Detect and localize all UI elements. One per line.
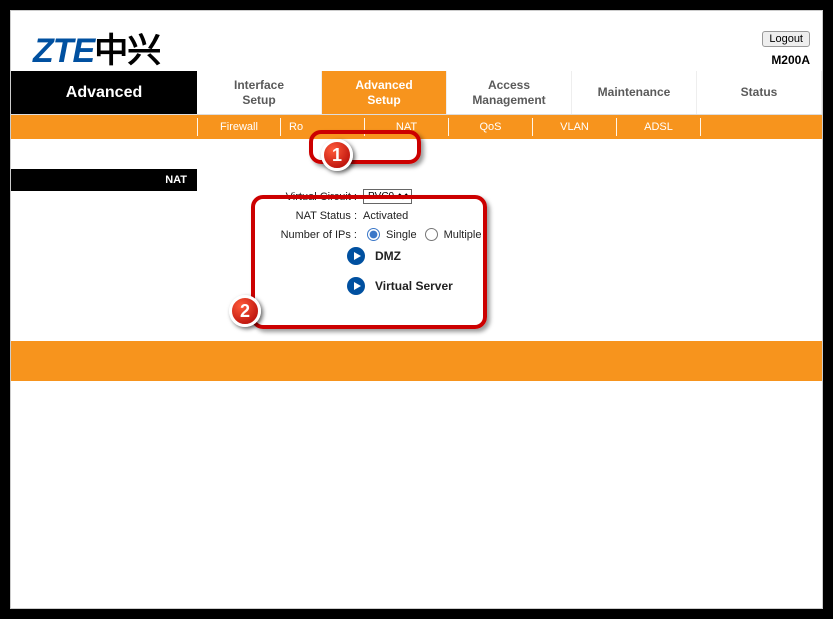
row-num-ips: Number of IPs : Single Multiple (197, 228, 822, 241)
orange-band (11, 341, 822, 381)
tab-access-management[interactable]: Access Management (447, 71, 572, 114)
subnav-firewall[interactable]: Firewall (197, 118, 281, 136)
numips-value: Single Multiple (363, 228, 481, 241)
tab-interface-setup[interactable]: Interface Setup (197, 71, 322, 114)
orange-band-wrapper (11, 341, 822, 381)
header: ZTE中兴 Logout M200A (11, 11, 822, 71)
top-nav: Advanced Interface Setup Advanced Setup … (11, 71, 822, 115)
radio-multiple[interactable] (425, 228, 438, 241)
link-virtual-server[interactable]: Virtual Server (197, 277, 822, 295)
sub-nav: Firewall RoutingRo NAT QoS VLAN ADSL (11, 115, 822, 139)
logo-text-en: ZTE (33, 32, 94, 70)
subnav-qos[interactable]: QoS (449, 118, 533, 136)
radio-single[interactable] (367, 228, 380, 241)
vc-value: PVC0 (363, 189, 412, 204)
row-virtual-circuit: Virtual Circuit : PVC0 (197, 189, 822, 204)
subnav-routing-visible: Ro (289, 121, 303, 133)
section-label: NAT (11, 169, 197, 191)
router-admin-window: ZTE中兴 Logout M200A Advanced Interface Se… (10, 10, 823, 609)
row-nat-status: NAT Status : Activated (197, 210, 822, 222)
play-icon (347, 277, 365, 295)
left-fill (11, 191, 197, 321)
model-label: M200A (771, 53, 810, 67)
logo: ZTE中兴 (33, 23, 160, 72)
subnav-routing[interactable]: RoutingRo (281, 118, 365, 136)
virtual-circuit-select[interactable]: PVC0 (363, 189, 412, 204)
left-column: NAT (11, 139, 197, 321)
radio-single-label: Single (386, 229, 417, 241)
vserver-label: Virtual Server (375, 279, 453, 293)
link-dmz[interactable]: DMZ (197, 247, 822, 265)
tab-maintenance[interactable]: Maintenance (572, 71, 697, 114)
gap (11, 139, 197, 169)
subnav-nat[interactable]: NAT (365, 118, 449, 136)
logo-text-cn: 中兴 (94, 32, 160, 70)
numips-label: Number of IPs : (197, 229, 363, 241)
subnav-vlan[interactable]: VLAN (533, 118, 617, 136)
radio-multiple-label: Multiple (444, 229, 482, 241)
logout-button[interactable]: Logout (762, 31, 810, 47)
page-title: Advanced (11, 71, 197, 114)
tab-advanced-setup[interactable]: Advanced Setup (322, 71, 447, 114)
status-value: Activated (363, 210, 408, 222)
dmz-label: DMZ (375, 249, 401, 263)
status-label: NAT Status : (197, 210, 363, 222)
tab-status[interactable]: Status (697, 71, 822, 114)
vc-label: Virtual Circuit : (197, 191, 363, 203)
content-area: NAT Virtual Circuit : PVC0 NAT Status : … (11, 139, 822, 321)
subnav-adsl[interactable]: ADSL (617, 118, 701, 136)
play-icon (347, 247, 365, 265)
main-column: Virtual Circuit : PVC0 NAT Status : Acti… (197, 139, 822, 321)
